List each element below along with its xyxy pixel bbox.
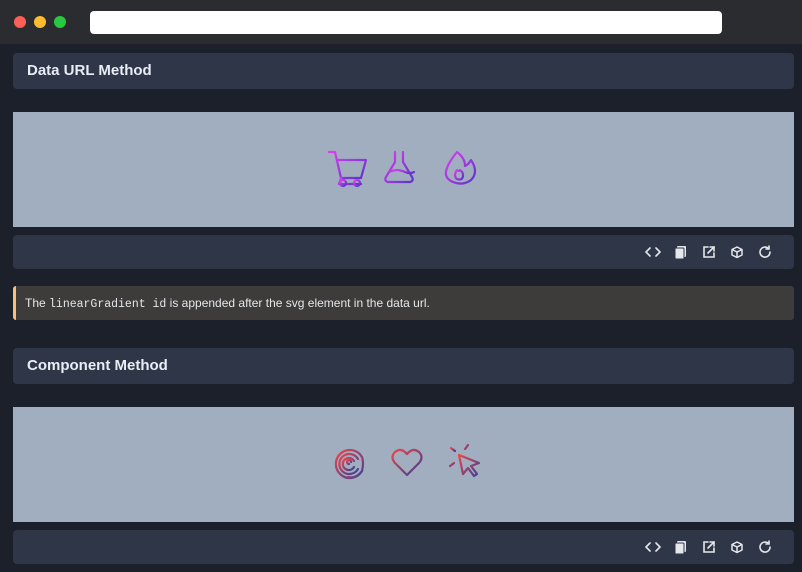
note-prefix: The <box>25 296 50 310</box>
address-bar[interactable] <box>90 11 722 34</box>
code-icon[interactable] <box>645 244 661 260</box>
cursor-click-icon <box>446 440 481 478</box>
icon-row <box>327 150 477 188</box>
external-link-icon[interactable] <box>701 539 717 555</box>
maximize-window-button[interactable] <box>54 16 66 28</box>
copy-icon[interactable] <box>673 244 689 260</box>
icon-row <box>334 440 481 480</box>
section-title: Data URL Method <box>27 62 152 79</box>
flask-icon <box>384 150 416 184</box>
box-icon[interactable] <box>729 244 745 260</box>
note-suffix: is appended after the svg element in the… <box>166 296 430 310</box>
section-title: Component Method <box>27 357 168 374</box>
heart-icon <box>391 448 423 477</box>
external-link-icon[interactable] <box>701 244 717 260</box>
shopping-cart-icon <box>327 150 368 188</box>
box-icon[interactable] <box>729 539 745 555</box>
copy-icon[interactable] <box>673 539 689 555</box>
preview-toolbar <box>13 530 794 564</box>
refresh-icon[interactable] <box>757 539 773 555</box>
code-icon[interactable] <box>645 539 661 555</box>
refresh-icon[interactable] <box>757 244 773 260</box>
section-header-component: Component Method <box>13 348 794 384</box>
close-window-button[interactable] <box>14 16 26 28</box>
info-note: The linearGradient id is appended after … <box>13 286 794 320</box>
flame-icon <box>444 150 477 185</box>
minimize-window-button[interactable] <box>34 16 46 28</box>
section-header-data-url: Data URL Method <box>13 53 794 89</box>
browser-titlebar <box>0 0 802 44</box>
icon-preview-panel <box>13 112 794 227</box>
note-code: linearGradient id <box>49 298 167 311</box>
app-window: Data URL Method The linearGradient id is… <box>0 0 802 572</box>
fingerprint-icon <box>334 448 365 480</box>
icon-preview-panel <box>13 407 794 522</box>
preview-toolbar <box>13 235 794 269</box>
